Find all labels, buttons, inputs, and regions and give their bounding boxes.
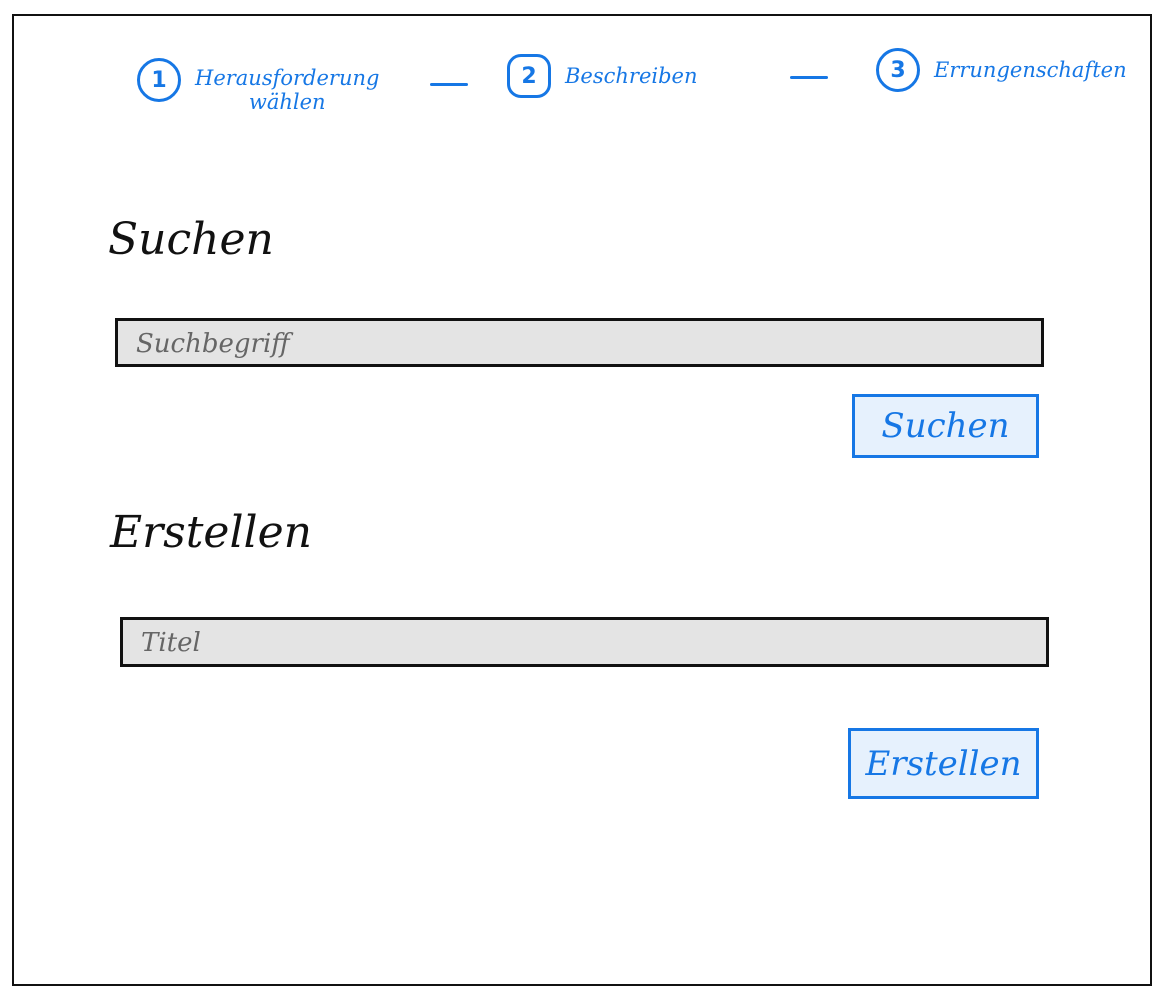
step-3[interactable]: 3 Errungenschaften (876, 48, 1127, 92)
search-button[interactable]: Suchen (852, 394, 1039, 458)
step-connector-2 (790, 76, 828, 79)
step-connector-1 (430, 83, 468, 86)
title-input[interactable] (120, 617, 1049, 667)
search-input[interactable] (115, 318, 1044, 367)
search-heading: Suchen (108, 214, 274, 265)
step-3-number-circle: 3 (876, 48, 920, 92)
step-3-label: Errungenschaften (934, 58, 1127, 82)
step-1-number-circle: 1 (137, 58, 181, 102)
step-2-label: Beschreiben (565, 64, 698, 88)
create-button[interactable]: Erstellen (848, 728, 1039, 799)
step-2-number-circle: 2 (507, 54, 551, 98)
step-1[interactable]: 1 Herausforderung wählen (137, 58, 379, 114)
wizard-stepper: 1 Herausforderung wählen 2 Beschreiben 3… (0, 0, 1171, 140)
wizard-frame (12, 14, 1152, 986)
step-1-label: Herausforderung wählen (195, 66, 380, 114)
step-2[interactable]: 2 Beschreiben (507, 54, 698, 98)
create-heading: Erstellen (110, 507, 312, 558)
